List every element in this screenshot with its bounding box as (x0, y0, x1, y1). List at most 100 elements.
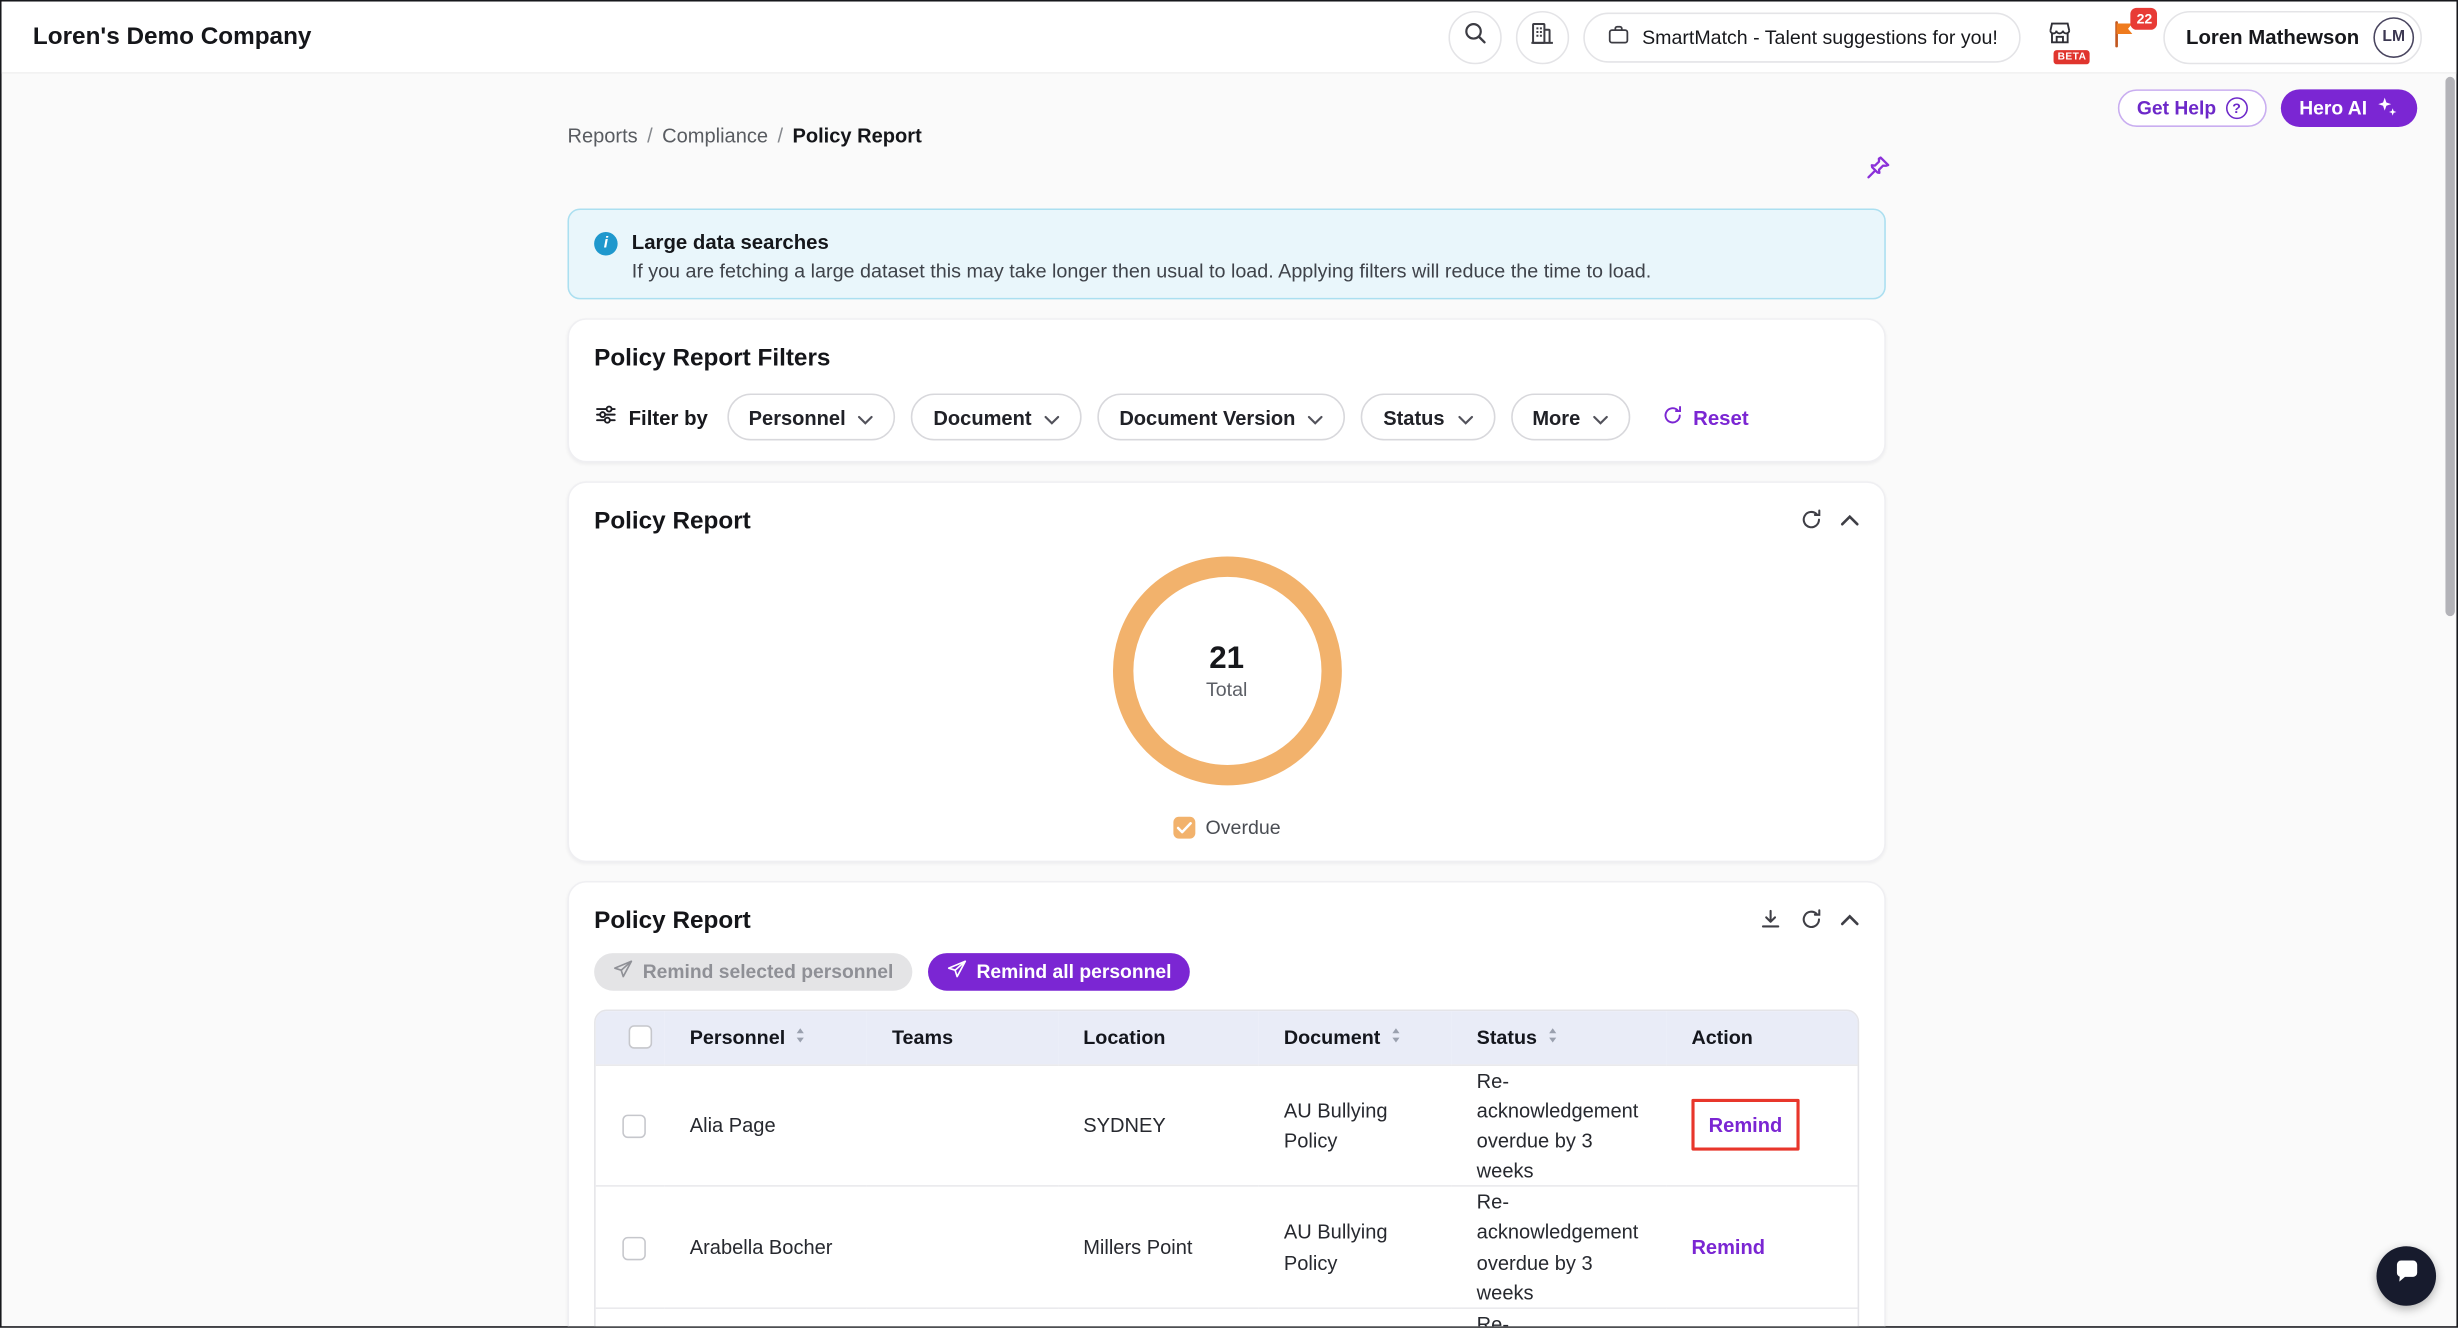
filters-card: Policy Report Filters Filter by Personne… (567, 318, 1885, 462)
beta-badge: BETA (2054, 49, 2091, 63)
donut-total-label: Total (1206, 679, 1247, 701)
filter-dropdown-document-version[interactable]: Document Version (1097, 393, 1345, 440)
table-header-row: Personnel Teams Location Document (596, 1011, 1858, 1064)
cell-location: SYDNEY (1058, 1064, 1259, 1186)
smartmatch-label: SmartMatch - Talent suggestions for you! (1642, 26, 1998, 48)
collapse-icon[interactable] (1840, 513, 1859, 526)
breadcrumb: Reports / Compliance / Policy Report (567, 124, 1885, 148)
cell-teams (867, 1308, 1058, 1328)
filter-dropdown-more[interactable]: More (1510, 393, 1630, 440)
legend-label: Overdue (1206, 817, 1281, 839)
cell-personnel: Aria Kepler (665, 1308, 867, 1328)
policy-report-table-card: Policy Report Remind selected personn (567, 881, 1885, 1328)
remind-all-button[interactable]: Remind all personnel (928, 953, 1190, 991)
info-banner: i Large data searches If you are fetchin… (567, 208, 1885, 299)
select-all-checkbox[interactable] (628, 1026, 652, 1050)
filter-dropdown-label: Status (1383, 405, 1444, 429)
hero-ai-button[interactable]: Hero AI (2280, 89, 2417, 127)
table-row: Alia Page SYDNEY AU Bullying Policy Re-a… (596, 1064, 1858, 1186)
app-window: Loren's Demo Company SmartMatch - Talent… (0, 0, 2458, 1328)
pin-report-button[interactable] (1864, 154, 1892, 182)
reset-icon (1662, 404, 1684, 431)
info-banner-title: Large data searches (632, 230, 1652, 254)
column-header-location: Location (1058, 1011, 1259, 1064)
column-header-teams: Teams (867, 1011, 1058, 1064)
cell-teams (867, 1186, 1058, 1308)
row-checkbox[interactable] (622, 1115, 646, 1139)
chat-icon (2391, 1257, 2421, 1295)
breadcrumb-separator: / (647, 124, 653, 148)
remind-link[interactable]: Remind (1709, 1113, 1783, 1137)
refresh-icon[interactable] (1800, 908, 1824, 932)
chevron-down-icon (1308, 405, 1324, 429)
filter-dropdown-status[interactable]: Status (1361, 393, 1494, 440)
cell-document: AU Bullying Policy (1259, 1064, 1452, 1186)
remind-all-label: Remind all personnel (976, 961, 1171, 983)
smartmatch-button[interactable]: SmartMatch - Talent suggestions for you! (1583, 12, 2022, 62)
company-name: Loren's Demo Company (33, 23, 312, 51)
search-button[interactable] (1448, 10, 1501, 63)
filters-card-title: Policy Report Filters (594, 345, 1859, 373)
row-checkbox[interactable] (622, 1237, 646, 1261)
column-header-document[interactable]: Document (1259, 1011, 1452, 1064)
page-actions: Get Help ? Hero AI (2118, 89, 2417, 127)
refresh-icon[interactable] (1800, 508, 1824, 532)
send-icon (947, 959, 967, 984)
get-help-button[interactable]: Get Help ? (2118, 89, 2266, 127)
scrollbar[interactable] (2444, 2, 2457, 1327)
collapse-icon[interactable] (1840, 913, 1859, 926)
cell-status: Re-acknowledgement overdue by 3 weeks (1452, 1308, 1667, 1328)
filter-dropdown-label: More (1532, 405, 1580, 429)
column-header-personnel[interactable]: Personnel (665, 1011, 867, 1064)
company-switcher-button[interactable] (1515, 10, 1568, 63)
info-banner-text: Large data searches If you are fetching … (632, 230, 1652, 282)
remind-selected-button[interactable]: Remind selected personnel (594, 953, 912, 991)
table-card-title: Policy Report (594, 908, 1859, 936)
chevron-down-icon (1457, 405, 1473, 429)
cell-action: Remind (1666, 1308, 1857, 1328)
cell-personnel: Arabella Bocher (665, 1186, 867, 1308)
reset-label: Reset (1693, 405, 1749, 429)
donut-chart: 21 Total (1112, 556, 1341, 785)
column-label: Teams (892, 1026, 953, 1048)
cell-location: Millers Point (1058, 1186, 1259, 1308)
sort-icon (1546, 1026, 1557, 1048)
breadcrumb-reports[interactable]: Reports (567, 124, 637, 148)
column-label: Location (1083, 1026, 1165, 1048)
remind-selected-label: Remind selected personnel (643, 961, 894, 983)
breadcrumb-separator: / (777, 124, 783, 148)
legend-item-overdue[interactable]: Overdue (1173, 817, 1281, 839)
table-card-actions (1759, 908, 1859, 932)
user-name: Loren Mathewson (2186, 25, 2359, 49)
remind-link[interactable]: Remind (1691, 1235, 1765, 1259)
filter-dropdown-label: Document (933, 405, 1031, 429)
avatar: LM (2373, 16, 2414, 57)
breadcrumb-compliance[interactable]: Compliance (662, 124, 768, 148)
reset-filters-button[interactable]: Reset (1662, 404, 1749, 431)
scrollbar-thumb[interactable] (2445, 77, 2454, 616)
chat-widget-button[interactable] (2376, 1246, 2436, 1306)
cell-teams (867, 1064, 1058, 1186)
topbar-right: SmartMatch - Talent suggestions for you!… (1448, 10, 2422, 63)
user-menu[interactable]: Loren Mathewson LM (2164, 10, 2422, 63)
filter-dropdown-personnel[interactable]: Personnel (727, 393, 896, 440)
chevron-down-icon (1044, 405, 1060, 429)
cell-action: Remind (1666, 1186, 1857, 1308)
get-help-label: Get Help (2137, 97, 2216, 119)
filter-dropdown-document[interactable]: Document (911, 393, 1081, 440)
column-header-status[interactable]: Status (1452, 1011, 1667, 1064)
cell-action: Remind (1666, 1064, 1857, 1186)
policy-report-chart-card: Policy Report 21 Total Overdue (567, 481, 1885, 862)
main-content: Reports / Compliance / Policy Report i L… (567, 74, 1885, 1328)
notifications-button[interactable]: 22 (2100, 10, 2150, 63)
chart-card-title: Policy Report (594, 508, 1859, 536)
filter-dropdown-label: Personnel (749, 405, 846, 429)
legend-checkbox-icon (1173, 817, 1195, 839)
download-icon[interactable] (1759, 908, 1783, 932)
swag-beta-button[interactable]: BETA (2036, 10, 2086, 63)
column-label: Status (1477, 1026, 1537, 1048)
table-row: Aria Kepler SYDNEY AU Bullying Policy Re… (596, 1308, 1858, 1328)
search-icon (1462, 20, 1487, 53)
screenshot-frame: Loren's Demo Company SmartMatch - Talent… (0, 0, 2458, 1328)
breadcrumb-current: Policy Report (792, 124, 921, 148)
